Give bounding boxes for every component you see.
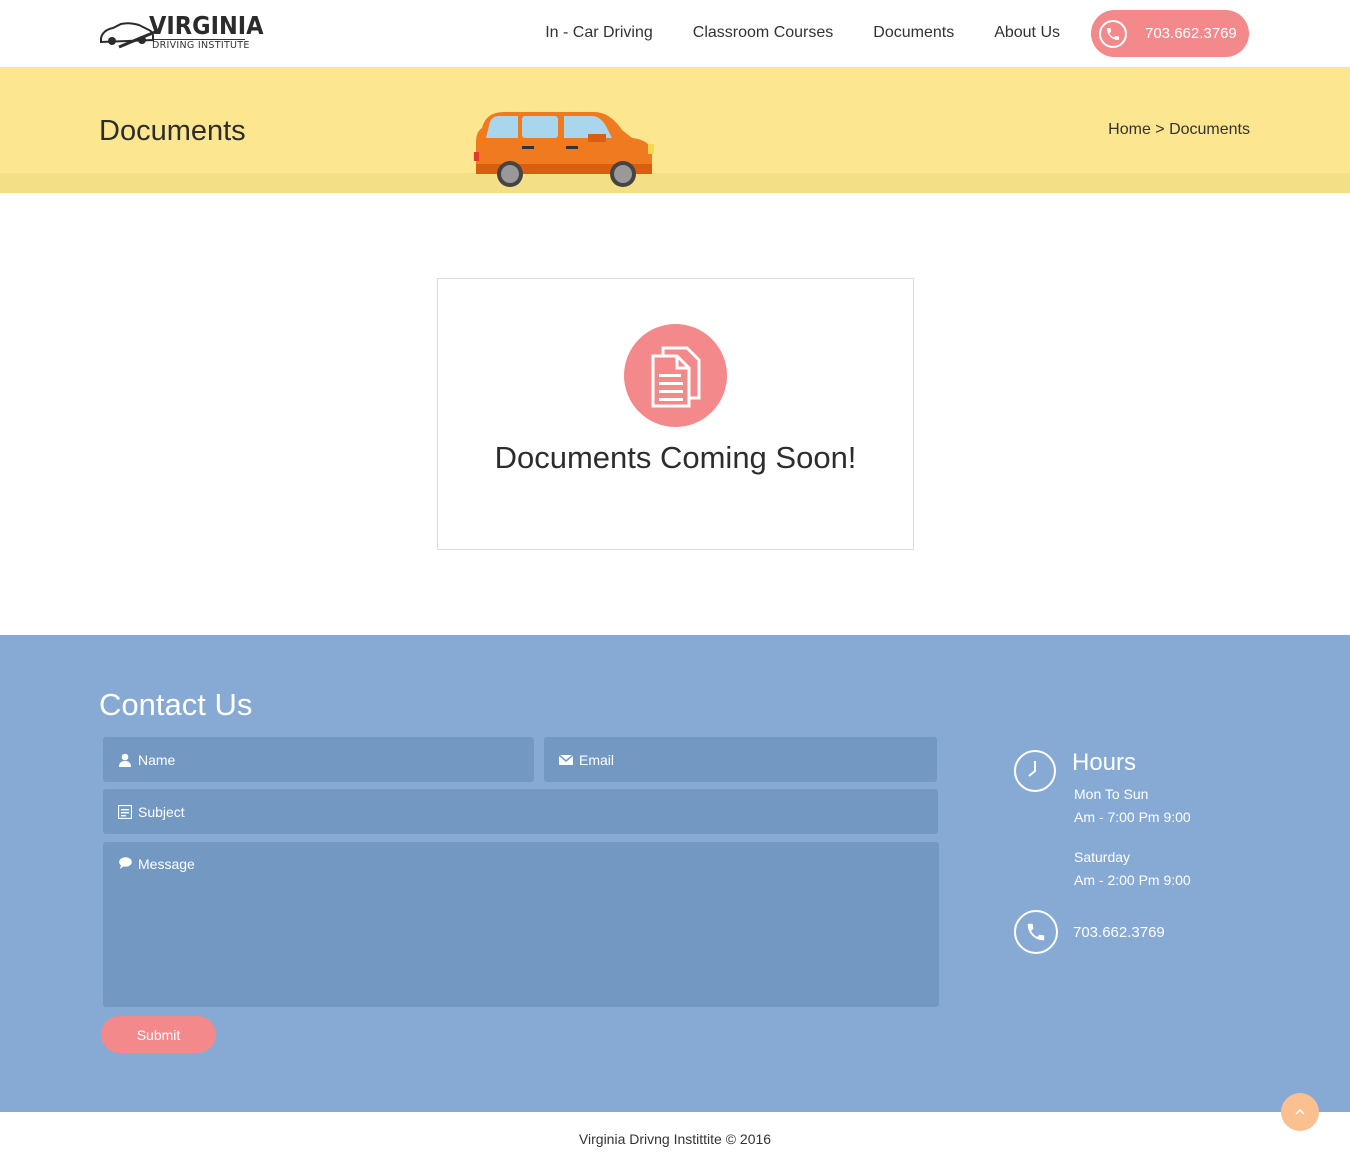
subject-placeholder: Subject: [138, 803, 185, 820]
back-to-top-button[interactable]: [1281, 1093, 1319, 1131]
email-placeholder: Email: [579, 751, 615, 768]
nav-documents[interactable]: Documents: [873, 22, 954, 44]
clock-icon: [1014, 750, 1056, 792]
hours-title: Hours: [1072, 749, 1137, 776]
mail-icon: [559, 753, 573, 767]
nav-classroom-courses[interactable]: Classroom Courses: [693, 22, 833, 44]
submit-button[interactable]: Submit: [101, 1016, 216, 1053]
documents-icon: [624, 324, 727, 427]
hours-days-1: Mon To Sun: [1074, 786, 1149, 802]
nav-about-us[interactable]: About Us: [994, 22, 1060, 44]
coming-soon-title: Documents Coming Soon!: [494, 440, 857, 475]
email-field[interactable]: Email: [544, 737, 937, 782]
site-header: VIRGINIA DRIVING INSTITUTE In - Car Driv…: [0, 0, 1350, 67]
message-placeholder: Message: [138, 856, 195, 872]
van-illustration: [474, 112, 654, 187]
site-footer: Virginia Drivng Instittite © 2016: [0, 1112, 1350, 1163]
header-phone-number: 703.662.3769: [1145, 25, 1237, 42]
chat-bubble-icon: [118, 856, 132, 870]
breadcrumb[interactable]: Home > Documents: [1108, 120, 1250, 140]
logo-subtitle: DRIVING INSTITUTE: [152, 39, 250, 51]
subject-field[interactable]: Subject: [103, 789, 938, 834]
message-field[interactable]: Message: [103, 842, 939, 1007]
header-phone-button[interactable]: 703.662.3769: [1091, 10, 1249, 57]
page-title: Documents: [99, 115, 246, 147]
main-nav: In - Car Driving Classroom Courses Docum…: [545, 22, 1060, 44]
phone-icon: [1014, 910, 1058, 954]
car-logo-icon: [100, 22, 155, 49]
name-placeholder: Name: [138, 751, 176, 768]
hours-time-2: Am - 2:00 Pm 9:00: [1074, 872, 1191, 888]
contact-phone[interactable]: 703.662.3769: [1073, 923, 1165, 943]
nav-in-car-driving[interactable]: In - Car Driving: [545, 22, 653, 44]
hours-time-1: Am - 7:00 Pm 9:00: [1074, 809, 1191, 825]
name-field[interactable]: Name: [103, 737, 534, 782]
subject-icon: [118, 804, 132, 819]
site-logo[interactable]: VIRGINIA DRIVING INSTITUTE: [99, 12, 264, 58]
coming-soon-card: Documents Coming Soon!: [437, 278, 914, 550]
hours-days-2: Saturday: [1074, 849, 1131, 865]
copyright-text: Virginia Drivng Instittite © 2016: [578, 1131, 772, 1147]
chevron-up-icon: [1295, 1108, 1305, 1115]
logo-brand: VIRGINIA: [149, 11, 264, 40]
title-band-road: [0, 173, 1350, 193]
user-icon: [118, 753, 132, 767]
phone-icon: [1099, 19, 1127, 48]
contact-title: Contact Us: [99, 687, 253, 722]
contact-section: Contact Us Name Email Subject Message Su…: [0, 635, 1350, 1112]
